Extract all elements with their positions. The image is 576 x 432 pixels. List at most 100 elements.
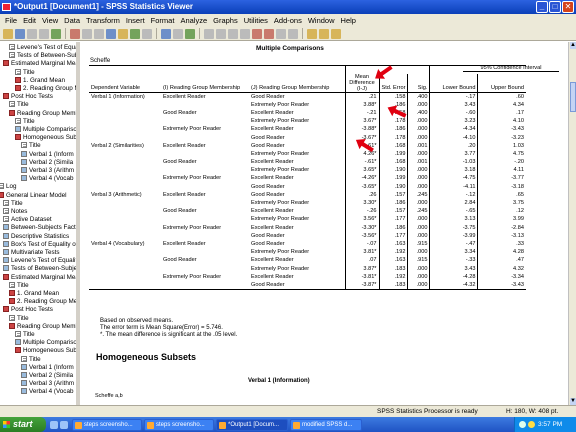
outline-item[interactable]: Verbal 4 (Vocab	[21, 175, 73, 183]
ie-icon[interactable]	[50, 420, 58, 429]
multiple-comparisons-table[interactable]: Dependent Variable (I) Reading Group Memb…	[89, 64, 526, 290]
menu-view[interactable]: View	[39, 14, 61, 27]
collapse-icon[interactable]	[264, 28, 274, 39]
print-icon[interactable]	[27, 28, 37, 39]
outline-item[interactable]: Post Hoc Tests	[3, 93, 53, 101]
scroll-up-arrow[interactable]: ▲	[570, 42, 576, 49]
hide-icon[interactable]	[288, 28, 298, 39]
outline-item[interactable]: General Linear Model	[0, 191, 67, 200]
task-steps-2[interactable]: steps screensho...	[144, 418, 214, 431]
menu-addons[interactable]: Add-ons	[271, 14, 305, 27]
outline-item[interactable]: Levene's Test of Equality of E	[9, 44, 76, 52]
outline-item[interactable]: Verbal 2 (Simila	[21, 158, 73, 167]
outline-item[interactable]: 2. Reading Group Memb	[15, 85, 76, 93]
nav-forward-icon[interactable]	[216, 28, 226, 39]
outline-item[interactable]: Title	[21, 355, 41, 364]
designate-window-icon[interactable]	[185, 28, 195, 39]
outline-item[interactable]: 1. Grand Mean	[9, 290, 59, 298]
promote-icon[interactable]	[228, 28, 238, 39]
outline-item[interactable]: Verbal 1 (Inform	[21, 363, 74, 372]
outline-item[interactable]: Verbal 2 (Simila	[21, 372, 73, 380]
outline-item[interactable]: 1. Grand Mean	[15, 76, 65, 85]
outline-item[interactable]: Homogeneous Sub	[15, 347, 76, 355]
outline-item[interactable]: Tests of Between-Subjects E	[3, 265, 76, 273]
scroll-thumb[interactable]	[570, 82, 576, 112]
outline-item[interactable]: Levene's Test of Equality of E	[3, 257, 76, 265]
save-icon[interactable]	[15, 28, 25, 39]
outline-item[interactable]: Log	[0, 183, 17, 191]
outline-item[interactable]: Title	[3, 199, 23, 208]
show-icon[interactable]	[276, 28, 286, 39]
outline-item[interactable]: Title	[15, 68, 35, 77]
network-icon[interactable]	[519, 421, 526, 428]
outline-item[interactable]: Tests of Between-Subjects E	[9, 52, 76, 60]
menu-file[interactable]: File	[2, 14, 20, 27]
menu-window[interactable]: Window	[305, 14, 338, 27]
outline-item[interactable]: Title	[15, 117, 35, 126]
outline-item[interactable]: Notes	[3, 208, 27, 216]
export-icon[interactable]	[51, 28, 61, 39]
outline-item[interactable]: Descriptive Statistics	[3, 232, 69, 241]
menu-format[interactable]: Format	[148, 14, 178, 27]
outline-item[interactable]: Estimated Marginal Means	[3, 60, 76, 68]
menu-insert[interactable]: Insert	[123, 14, 148, 27]
dialog-recall-icon[interactable]	[70, 28, 80, 39]
outline-item[interactable]: Verbal 3 (Arithm	[21, 380, 74, 388]
menu-edit[interactable]: Edit	[20, 14, 39, 27]
menu-analyze[interactable]: Analyze	[177, 14, 210, 27]
find-icon[interactable]	[161, 28, 171, 39]
chart-builder-icon[interactable]	[173, 28, 183, 39]
goto-case-icon[interactable]	[118, 28, 128, 39]
expand-icon[interactable]	[252, 28, 262, 39]
outline-item[interactable]: Reading Group Member	[9, 322, 76, 331]
outline-item[interactable]: Verbal 4 (Vocab	[21, 388, 73, 396]
outline-item[interactable]: Estimated Marginal Means	[3, 273, 76, 282]
outline-item[interactable]: Title	[9, 314, 29, 323]
minimize-button[interactable]: _	[536, 1, 548, 13]
start-button[interactable]: start	[0, 417, 46, 432]
outline-item[interactable]: Verbal 3 (Arithm	[21, 167, 74, 175]
outline-item[interactable]: Multiple Comparisons	[15, 126, 76, 134]
outline-item[interactable]: Multivariate Tests	[3, 249, 60, 257]
outline-item[interactable]: Title	[9, 101, 29, 109]
outline-item[interactable]: Box's Test of Equality of Cova	[3, 240, 78, 249]
outline-item[interactable]: Verbal 1 (Inform	[21, 150, 74, 159]
print-preview-icon[interactable]	[39, 28, 49, 39]
outline-item[interactable]: Post Hoc Tests	[3, 306, 53, 314]
outline-item[interactable]: Homogeneous Sub	[15, 134, 76, 142]
close-button[interactable]: ✕	[562, 1, 574, 13]
insert-title-icon[interactable]	[319, 28, 329, 39]
outline-item[interactable]: Multiple Comparisons	[15, 339, 76, 347]
desktop-icon[interactable]	[60, 420, 68, 429]
nav-back-icon[interactable]	[204, 28, 214, 39]
goto-data-icon[interactable]	[106, 28, 116, 39]
open-icon[interactable]	[3, 28, 13, 39]
volume-icon[interactable]	[528, 421, 535, 428]
outline-item[interactable]: Title	[9, 281, 29, 290]
menu-graphs[interactable]: Graphs	[210, 14, 241, 27]
output-vertical-scrollbar[interactable]: ▲ ▼	[568, 42, 576, 405]
menu-data[interactable]: Data	[61, 14, 83, 27]
outline-item[interactable]: 2. Reading Group Memb	[9, 298, 76, 306]
insert-heading-icon[interactable]	[307, 28, 317, 39]
outline-item[interactable]: Title	[21, 142, 41, 150]
outline-item[interactable]: Reading Group Member	[9, 109, 76, 118]
menu-utilities[interactable]: Utilities	[241, 14, 271, 27]
demote-icon[interactable]	[240, 28, 250, 39]
outline-item[interactable]: Title	[15, 331, 35, 339]
task-output1[interactable]: *Output1 [Docum...	[216, 418, 288, 431]
undo-icon[interactable]	[82, 28, 92, 39]
menu-help[interactable]: Help	[338, 14, 359, 27]
task-modified-spss[interactable]: modified SPSS d...	[290, 418, 362, 431]
variables-icon[interactable]	[130, 28, 140, 39]
scroll-down-arrow[interactable]: ▼	[570, 398, 576, 405]
task-steps-1[interactable]: steps screensho...	[72, 418, 142, 431]
outline-item-label: Box's Test of Equality of Cova	[11, 240, 78, 248]
menu-transform[interactable]: Transform	[83, 14, 123, 27]
outline-item[interactable]: Between-Subjects Factors	[3, 224, 76, 232]
outline-item[interactable]: Active Dataset	[3, 216, 52, 224]
insert-text-icon[interactable]	[331, 28, 341, 39]
maximize-button[interactable]: □	[549, 1, 561, 13]
use-sets-icon[interactable]	[142, 28, 152, 39]
redo-icon[interactable]	[94, 28, 104, 39]
